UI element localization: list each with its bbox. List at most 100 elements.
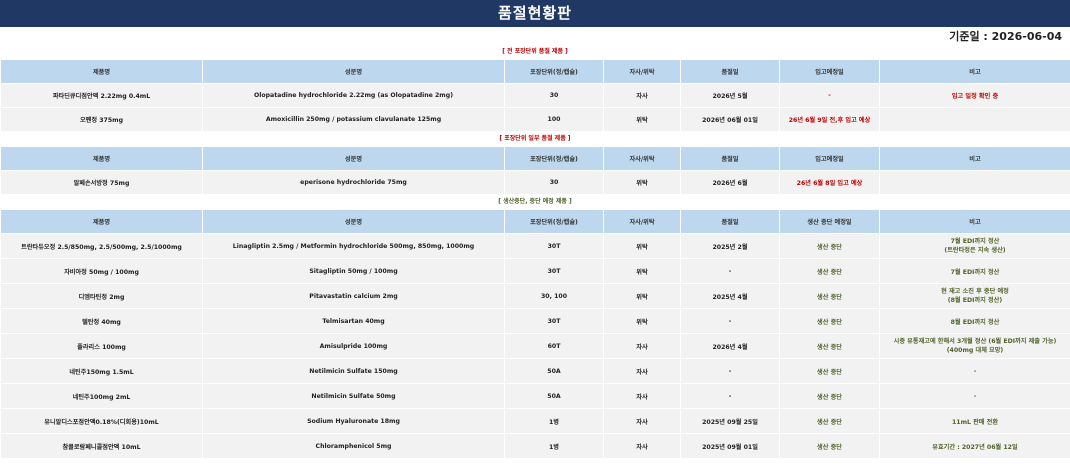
table-row: 트란타듀오정 2.5/850mg, 2.5/500mg, 2.5/1000mg L… [0, 233, 1070, 259]
table-cell: 30 [504, 83, 604, 108]
table-cell: 유효기간 : 2027년 06월 12일 [879, 433, 1070, 459]
table-row: 파타딘큐디점안액 2.22mg 0.4mL Olopatadine hydroch… [0, 83, 1070, 108]
table-cell: Chloramphenicol 5mg [202, 433, 505, 459]
table-cell: 폴라리스 100mg [0, 333, 203, 359]
table-header-row: 제품명 성분명 포장단위(정/캡슐) 자사/위탁 품절일 입고예정일 비고 [0, 146, 1070, 171]
table-cell: 자사 [603, 383, 681, 409]
table-cell: 생산 중단 [779, 383, 880, 409]
table-cell: 위탁 [603, 308, 681, 334]
table-cell: 7월 EDI까지 정산 (트란타정은 지속 생산) [879, 233, 1070, 259]
table-cell: Sodium Hyaluronate 18mg [202, 408, 505, 434]
table-cell: - [680, 258, 780, 284]
column-header: 품절일 [680, 146, 780, 171]
table-row: 자비아정 50mg / 100mg Sitagliptin 50mg / 100m… [0, 258, 1070, 284]
column-header: 포장단위(정/캡슐) [504, 209, 604, 234]
column-header: 자사/위탁 [603, 209, 681, 234]
table-cell: Netilmicin Sulfate 50mg [202, 383, 505, 409]
table-cell: - [680, 308, 780, 334]
table-cell: 30 [504, 170, 604, 195]
table-cell: 100 [504, 107, 604, 132]
table-cell: 자사 [603, 358, 681, 384]
section-heading-full-soldout: [ 전 포장단위 품절 제품 ] [502, 48, 568, 55]
column-header: 제품명 [0, 59, 203, 84]
table-cell: 오펜정 375mg [0, 107, 203, 132]
table-cell: 위탁 [603, 258, 681, 284]
table-cell: Pitavastatin calcium 2mg [202, 283, 505, 309]
table-row: 유니알디스포점안액0.18%(디회용)10mL Sodium Hyaluronat… [0, 408, 1070, 434]
column-header: 자사/위탁 [603, 59, 681, 84]
table-cell: 자사 [603, 408, 681, 434]
table-header-row: 제품명 성분명 포장단위(정/캡슐) 자사/위탁 품절일 생산 중단 예정일 비고 [0, 209, 1070, 234]
table-cell: Linagliptin 2.5mg / Metformin hydrochlor… [202, 233, 505, 259]
table-cell: 2025년 09월 25일 [680, 408, 780, 434]
table-cell: 30, 100 [504, 283, 604, 309]
table-cell: 위탁 [603, 283, 681, 309]
table-cell: 50A [504, 358, 604, 384]
table-cell [879, 170, 1070, 195]
table-cell: 30T [504, 308, 604, 334]
column-header: 입고예정일 [779, 146, 880, 171]
table-cell: Amoxicillin 250mg / potassium clavulanat… [202, 107, 505, 132]
base-date: 기준일 : 2026-06-04 [949, 30, 1062, 43]
column-header: 제품명 [0, 146, 203, 171]
table-cell: 생산 중단 [779, 408, 880, 434]
table-cell: 참클로람페니콜점안액 10mL [0, 433, 203, 459]
page-title: 품절현황판 [0, 0, 1070, 27]
table-cell: 트란타듀오정 2.5/850mg, 2.5/500mg, 2.5/1000mg [0, 233, 203, 259]
table-cell: 26년 6월 8일 입고 예상 [779, 170, 880, 195]
column-header: 성분명 [202, 209, 505, 234]
column-header: 비고 [879, 146, 1070, 171]
table-row: 폴라리스 100mg Amisulpride 100mg 60T 자사 2026년 4월… [0, 333, 1070, 359]
column-header: 성분명 [202, 146, 505, 171]
table-row: 텔탄정 40mg Telmisartan 40mg 30T 위탁 - 생산 중단 8월 ED… [0, 308, 1070, 334]
table-cell: Sitagliptin 50mg / 100mg [202, 258, 505, 284]
table-row: 오펜정 375mg Amoxicillin 250mg / potassium c… [0, 107, 1070, 132]
column-header: 성분명 [202, 59, 505, 84]
table-cell: - [779, 83, 880, 108]
table-cell: 자사 [603, 433, 681, 459]
table-cell: 7월 EDI까지 정산 [879, 258, 1070, 284]
table-cell: 자비아정 50mg / 100mg [0, 258, 203, 284]
table-cell: 입고 일정 확인 중 [879, 83, 1070, 108]
table-cell: 2025년 2월 [680, 233, 780, 259]
sections-container: [ 전 포장단위 품절 제품 ] 제품명 성분명 포장단위(정/캡슐) 자사/위탁 품절일… [0, 45, 1070, 459]
table-cell: 2025년 4월 [680, 283, 780, 309]
column-header: 입고예정일 [779, 59, 880, 84]
table-row: 네틴주100mg 2mL Netilmicin Sulfate 50mg 50A 자사… [0, 383, 1070, 409]
table-cell: 11mL 판매 전환 [879, 408, 1070, 434]
table-cell: 1병 [504, 433, 604, 459]
table-cell: 위탁 [603, 107, 681, 132]
table-cell: 네틴주100mg 2mL [0, 383, 203, 409]
table-cell: 생산 중단 [779, 358, 880, 384]
table-cell: 50A [504, 383, 604, 409]
table-cell: 위탁 [603, 233, 681, 259]
table-cell: 현 재고 소진 후 중단 예정 (8월 EDI까지 정산) [879, 283, 1070, 309]
table-cell: Telmisartan 40mg [202, 308, 505, 334]
table-cell: eperisone hydrochloride 75mg [202, 170, 505, 195]
table-cell: 생산 중단 [779, 308, 880, 334]
table-cell: Netilmicin Sulfate 150mg [202, 358, 505, 384]
table-cell: 30T [504, 233, 604, 259]
table-cell: 알페손서방정 75mg [0, 170, 203, 195]
table-cell: Amisulpride 100mg [202, 333, 505, 359]
table-cell: 2025년 09월 01일 [680, 433, 780, 459]
table-cell: 2026년 5월 [680, 83, 780, 108]
table-cell: 생산 중단 [779, 233, 880, 259]
table-header-row: 제품명 성분명 포장단위(정/캡슐) 자사/위탁 품절일 입고예정일 비고 [0, 59, 1070, 84]
table-cell: 유니알디스포점안액0.18%(디회용)10mL [0, 408, 203, 434]
column-header: 품절일 [680, 209, 780, 234]
column-header: 포장단위(정/캡슐) [504, 59, 604, 84]
table-cell: 생산 중단 [779, 433, 880, 459]
table-cell: - [680, 383, 780, 409]
table-cell: 2026년 06월 01일 [680, 107, 780, 132]
table-cell: 8월 EDI까지 정산 [879, 308, 1070, 334]
table-cell [879, 107, 1070, 132]
table-cell: 시중 유통재고에 한해서 3개월 정산 (6월 EDI까지 제출 가능) (400… [879, 333, 1070, 359]
table-cell: 생산 중단 [779, 333, 880, 359]
table-full-soldout: 제품명 성분명 포장단위(정/캡슐) 자사/위탁 품절일 입고예정일 비고 파타딘큐디점안액 … [0, 59, 1070, 132]
table-cell: Olopatadine hydrochloride 2.22mg (as Olo… [202, 83, 505, 108]
table-discontinued: 제품명 성분명 포장단위(정/캡슐) 자사/위탁 품절일 생산 중단 예정일 비고 트란타듀오… [0, 209, 1070, 459]
table-cell: 60T [504, 333, 604, 359]
table-cell: 2026년 6월 [680, 170, 780, 195]
table-row: 네틴주150mg 1.5mL Netilmicin Sulfate 150mg 50… [0, 358, 1070, 384]
